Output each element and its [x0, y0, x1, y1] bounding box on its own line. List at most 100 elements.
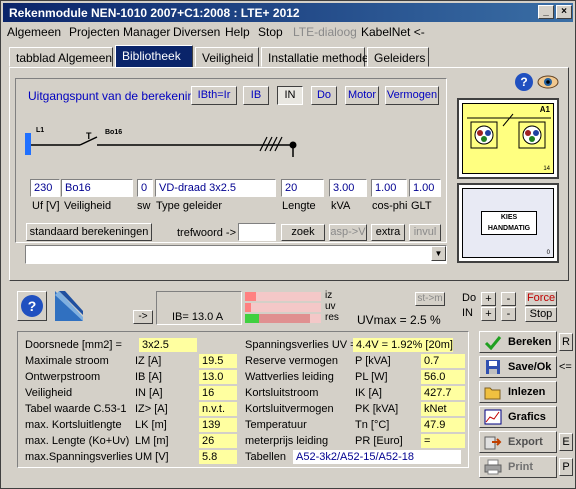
in-minus-button[interactable]: - [501, 307, 516, 321]
uf-label: Uf [V] [32, 200, 60, 212]
tab-installatie-methode[interactable]: Installatie methode [261, 47, 369, 67]
menu-help[interactable]: Help [225, 25, 250, 39]
menu-algemeen[interactable]: Algemeen [7, 25, 61, 39]
in-plus-button[interactable]: + [481, 307, 496, 321]
glt-field[interactable]: 1.00 [409, 179, 441, 197]
layers-icon-graphic [55, 291, 83, 321]
result-right-value: 4.4V = 1.92% [20m] [353, 338, 453, 352]
result-left-symbol: IZ [A] [135, 355, 162, 367]
standaard-berekeningen-button[interactable]: standaard berekeningen [26, 223, 152, 241]
basis-ib-button[interactable]: IB [243, 86, 269, 105]
handmatig-label: HANDMATIG [487, 225, 531, 232]
result-left-value: 19.5 [199, 354, 237, 368]
print-button[interactable]: Print [479, 456, 557, 478]
key-r[interactable]: R [559, 333, 573, 351]
cosphi-field[interactable]: 1.00 [371, 179, 407, 197]
diagram-l1-label: L1 [36, 127, 45, 134]
ib-value: IB= 13.0 A [172, 311, 224, 323]
result-right-value: A52-3k2/A52-15/A52-18 [293, 450, 461, 464]
tab-geleiders[interactable]: Geleiders [367, 47, 429, 67]
kva-field[interactable]: 3.00 [329, 179, 367, 197]
save-ok-button[interactable]: Save/Ok [479, 356, 557, 378]
uv-bar [245, 303, 321, 312]
result-left-symbol: IN [A] [135, 387, 163, 399]
result-right-label: Kortsluitstroom [245, 387, 319, 399]
lengte-field[interactable]: 20 [281, 179, 324, 197]
result-left-label: Maximale stroom [25, 355, 109, 367]
force-button[interactable]: Force [525, 291, 557, 306]
key-p[interactable]: P [559, 458, 573, 476]
uf-field[interactable]: 230 [30, 179, 60, 197]
result-left-value: 16 [199, 386, 237, 400]
kies-label: KIES [500, 214, 518, 221]
invul-button: invul [409, 224, 441, 241]
cosphi-label: cos-phi [372, 200, 408, 212]
result-left-symbol: IZ> [A] [135, 403, 168, 415]
glt-label: GLT [411, 200, 432, 212]
basis-ibth-button[interactable]: IBth=Ir [191, 86, 237, 105]
do-minus-button[interactable]: - [501, 292, 516, 306]
trefwoord-input[interactable] [238, 223, 276, 241]
basis-label: Uitgangspunt van de berekening [28, 89, 201, 103]
layers-icon[interactable] [55, 291, 83, 321]
do-plus-button[interactable]: + [481, 292, 496, 306]
export-button[interactable]: Export [479, 431, 557, 453]
inlezen-button[interactable]: Inlezen [479, 381, 557, 403]
bereken-button[interactable]: Bereken [479, 331, 557, 353]
result-left-symbol: LM [m] [135, 435, 169, 447]
veiligheid-field[interactable]: Bo16 [61, 179, 133, 197]
basis-in-button[interactable]: IN [277, 86, 303, 105]
handmatig-graphic: KIES HANDMATIG 0 [462, 188, 554, 258]
basis-vermogen-button[interactable]: Vermogen [385, 86, 439, 105]
close-button[interactable]: × [556, 5, 572, 19]
sw-field[interactable]: 0 [137, 179, 153, 197]
result-right-symbol: PR [Euro] [355, 435, 403, 447]
menu-projecten-manager[interactable]: Projecten Manager [69, 25, 170, 39]
geleider-field[interactable]: VD-draad 3x2.5 [155, 179, 276, 197]
extra-button[interactable]: extra [371, 224, 405, 241]
legend-uv: uv [325, 301, 336, 312]
result-right-label: Wattverlies leiding [245, 371, 334, 383]
key-e[interactable]: E [559, 433, 573, 451]
result-right-label: Kortsluitvermogen [245, 403, 334, 415]
description-dropdown[interactable]: ▼ [25, 245, 447, 264]
eye-icon[interactable] [537, 71, 559, 93]
menu-diversen[interactable]: Diversen [173, 25, 220, 39]
grafics-button[interactable]: Grafics [479, 406, 557, 428]
handmatig-number-label: 0 [546, 250, 550, 256]
basis-do-button[interactable]: Do [311, 86, 337, 105]
result-right-symbol: PK [kVA] [355, 403, 399, 415]
result-left-label: max. Lengte (Ko+Uv) [25, 435, 130, 447]
legend-res: res [325, 312, 339, 323]
title-bar: Rekenmodule NEN-1010 2007+C1:2008 : LTE+… [3, 3, 573, 22]
menu-stop[interactable]: Stop [258, 25, 283, 39]
result-left-value: 26 [199, 434, 237, 448]
result-right-symbol: Tn [°C] [355, 419, 390, 431]
result-right-value: 427.7 [421, 386, 465, 400]
minimize-button[interactable]: _ [538, 5, 554, 19]
tab-algemeen[interactable]: tabblad Algemeen [9, 47, 113, 67]
bereken-label: Bereken [508, 336, 552, 348]
result-right-label: Temperatuur [245, 419, 307, 431]
chevron-down-icon[interactable]: ▼ [431, 246, 446, 261]
legend-iz: iz [325, 290, 333, 301]
installation-method-thumbnail[interactable]: A1 14 [457, 98, 559, 179]
help-icon[interactable]: ? [515, 73, 533, 91]
geleider-selection-thumbnail[interactable]: KIES HANDMATIG 0 [457, 183, 559, 263]
info-button[interactable]: ? [17, 291, 47, 321]
question-icon: ? [21, 295, 43, 317]
menu-kabelnet[interactable]: KabelNet <- [361, 25, 425, 39]
stop-button[interactable]: Stop [525, 307, 557, 322]
result-right-value: = [421, 434, 465, 448]
kies-handmatig-box: KIES HANDMATIG [481, 211, 537, 235]
zoek-button[interactable]: zoek [281, 224, 325, 241]
tab-bibliotheek[interactable]: Bibliotheek [115, 45, 193, 68]
result-right-value: 47.9 [421, 418, 465, 432]
basis-motor-button[interactable]: Motor [345, 86, 379, 105]
result-left-label: max.Spanningsverlies [25, 451, 133, 463]
result-left-value: 13.0 [199, 370, 237, 384]
diagram-t-label: T [86, 131, 92, 141]
arrow-button[interactable]: -> [133, 310, 153, 324]
tab-veiligheid[interactable]: Veiligheid [195, 47, 259, 67]
window-title: Rekenmodule NEN-1010 2007+C1:2008 : LTE+… [9, 6, 300, 20]
